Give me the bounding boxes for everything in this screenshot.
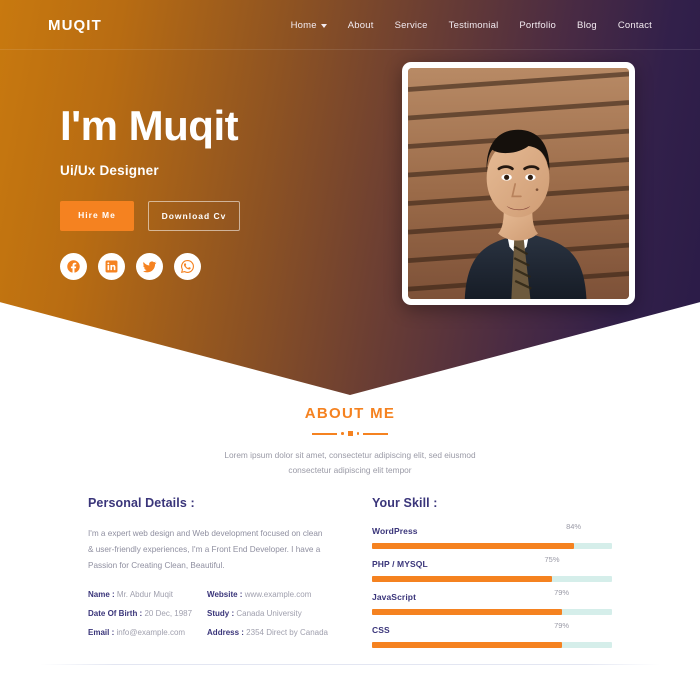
divider-line-right (363, 432, 388, 435)
skill-fill (372, 609, 562, 615)
skill-css: CSS 79% (372, 621, 612, 648)
nav-item-about[interactable]: About (348, 20, 374, 31)
personal-details-title: Personal Details : (88, 496, 195, 510)
divider-dot-left (341, 432, 344, 435)
page-divider (40, 664, 660, 665)
avatar (408, 68, 629, 299)
whatsapp-link[interactable] (174, 253, 201, 280)
nav-item-label: Home (290, 19, 317, 31)
navbar-divider (0, 49, 700, 50)
skill-header: CSS 79% (372, 621, 612, 642)
personal-details-grid: Name : Mr. Abdur Muqit Date Of Birth : 2… (88, 590, 328, 647)
hero-photo-frame (402, 62, 635, 305)
skill-javascript: JavaScript 79% (372, 588, 612, 615)
linkedin-link[interactable] (98, 253, 125, 280)
social-links (60, 253, 380, 280)
skill-header: WordPress 84% (372, 522, 612, 543)
skill-fill (372, 642, 562, 648)
section-divider (0, 431, 700, 436)
detail-row-website: Website : www.example.com (207, 590, 328, 599)
detail-row-study: Study : Canada University (207, 609, 328, 618)
skills-title: Your Skill : (372, 496, 438, 510)
skill-fill (372, 576, 552, 582)
detail-key: Email : (88, 627, 115, 637)
nav-item-blog[interactable]: Blog (577, 20, 597, 31)
portrait-illustration (408, 68, 629, 299)
twitter-link[interactable] (136, 253, 163, 280)
skill-percent: 84% (566, 522, 582, 531)
skill-track (372, 609, 612, 615)
detail-value: 2354 Direct by Canada (246, 627, 328, 637)
skill-label: PHP / MYSQL (372, 559, 428, 569)
detail-row-email: Email : info@example.com (88, 628, 207, 637)
skill-percent: 75% (544, 555, 560, 564)
skills-column: Your Skill : WordPress 84% PHP / MYSQL 7… (372, 496, 612, 658)
divider-dot-right (356, 432, 359, 435)
detail-key: Study : (207, 608, 235, 618)
about-description-line-2: consectetur adipiscing elit tempor (288, 464, 412, 475)
nav-item-home[interactable]: Home (291, 20, 327, 31)
personal-details-left: Name : Mr. Abdur Muqit Date Of Birth : 2… (88, 590, 207, 647)
personal-details-right: Website : www.example.com Study : Canada… (207, 590, 328, 647)
hero-content: I'm Muqit Ui/Ux Designer Hire Me Downloa… (60, 105, 380, 280)
detail-value: 20 Dec, 1987 (144, 608, 193, 618)
detail-value: info@example.com (116, 627, 186, 637)
nav-links: Home About Service Testimonial Portfolio… (291, 20, 652, 31)
skill-wordpress: WordPress 84% (372, 522, 612, 549)
hero-title: I'm Muqit (60, 102, 239, 149)
detail-row-name: Name : Mr. Abdur Muqit (88, 590, 207, 599)
skill-label: JavaScript (372, 592, 416, 602)
hero-subtitle: Ui/Ux Designer (60, 163, 159, 178)
skill-label: CSS (372, 625, 390, 635)
nav-item-testimonial[interactable]: Testimonial (449, 20, 499, 31)
nav-item-service[interactable]: Service (395, 20, 428, 31)
about-title: ABOUT ME (304, 405, 396, 422)
personal-details-column: Personal Details : I'm a expert web desi… (88, 496, 328, 658)
linkedin-icon (105, 260, 118, 273)
chevron-down-icon (320, 23, 327, 28)
hero-buttons: Hire Me Download Cv (60, 201, 380, 231)
skill-track (372, 576, 612, 582)
hero-section: MUQIT Home About Service Testimonial Por… (0, 0, 700, 395)
twitter-icon (142, 261, 157, 273)
skill-header: PHP / MYSQL 75% (372, 555, 612, 576)
facebook-icon (67, 260, 80, 273)
about-description-line-1: Lorem ipsum dolor sit amet, consectetur … (224, 450, 476, 460)
skill-fill (372, 543, 574, 549)
divider-line-left (312, 432, 337, 435)
detail-value: www.example.com (244, 589, 312, 599)
skill-track (372, 543, 612, 549)
skill-track (372, 642, 612, 648)
detail-key: Address : (207, 627, 244, 637)
skill-percent: 79% (554, 621, 570, 630)
download-cv-button[interactable]: Download Cv (148, 201, 240, 231)
about-heading: ABOUT ME (0, 405, 700, 436)
site-logo[interactable]: MUQIT (48, 17, 102, 34)
personal-details-paragraph: I'm a expert web design and Web developm… (88, 529, 323, 570)
detail-key: Website : (207, 589, 243, 599)
nav-item-portfolio[interactable]: Portfolio (519, 20, 556, 31)
about-description: Lorem ipsum dolor sit amet, consectetur … (0, 448, 700, 477)
detail-key: Name : (88, 589, 115, 599)
detail-value: Mr. Abdur Muqit (116, 589, 173, 599)
whatsapp-icon (180, 260, 194, 274)
about-columns: Personal Details : I'm a expert web desi… (0, 496, 700, 658)
detail-row-address: Address : 2354 Direct by Canada (207, 628, 328, 637)
divider-diamond (347, 431, 353, 436)
facebook-link[interactable] (60, 253, 87, 280)
detail-value: Canada University (236, 608, 302, 618)
skill-header: JavaScript 79% (372, 588, 612, 609)
hire-me-button[interactable]: Hire Me (60, 201, 134, 231)
skill-percent: 79% (554, 588, 570, 597)
detail-row-dob: Date Of Birth : 20 Dec, 1987 (88, 609, 207, 618)
navbar: MUQIT Home About Service Testimonial Por… (0, 0, 700, 50)
nav-item-contact[interactable]: Contact (618, 20, 652, 31)
portfolio-page: MUQIT Home About Service Testimonial Por… (0, 0, 700, 700)
detail-key: Date Of Birth : (88, 608, 143, 618)
skill-php-mysql: PHP / MYSQL 75% (372, 555, 612, 582)
skill-label: WordPress (372, 526, 418, 536)
